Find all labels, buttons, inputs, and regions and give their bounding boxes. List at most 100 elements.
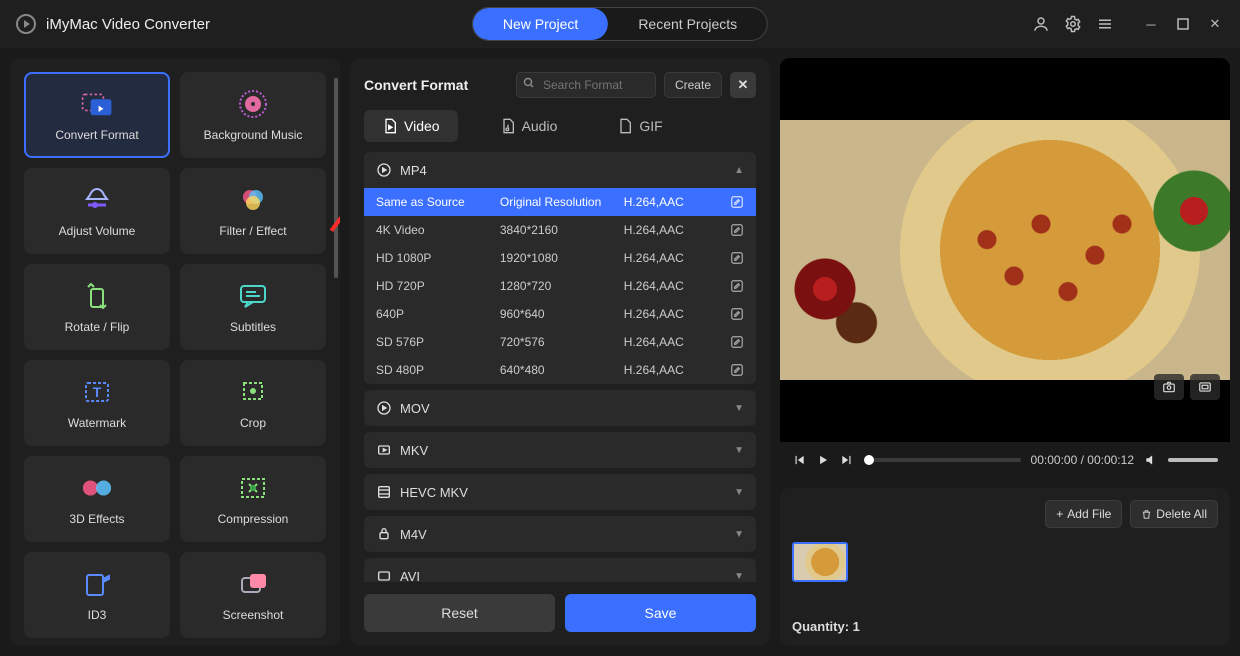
close-panel-button[interactable]: ✕ xyxy=(730,72,756,98)
sidebar-scrollbar[interactable] xyxy=(334,78,338,278)
format-group-mov: MOV▼ xyxy=(364,390,756,426)
maximize-icon[interactable] xyxy=(1174,15,1192,33)
format-codec: H.264,AAC xyxy=(624,195,716,209)
new-project-button[interactable]: New Project xyxy=(473,8,608,40)
recent-projects-button[interactable]: Recent Projects xyxy=(608,8,767,40)
tool-icon xyxy=(237,568,269,600)
prev-frame-button[interactable] xyxy=(792,453,806,467)
format-row[interactable]: SD 576P720*576H.264,AAC xyxy=(364,328,756,356)
tool-card-background-music[interactable]: Background Music xyxy=(180,72,326,158)
format-row[interactable]: HD 1080P1920*1080H.264,AAC xyxy=(364,244,756,272)
tool-icon xyxy=(81,568,113,600)
app-logo-icon xyxy=(16,14,36,34)
seek-bar[interactable] xyxy=(864,458,1021,462)
video-preview: 00:00:00 / 00:00:12 xyxy=(780,58,1230,478)
format-group-name: AVI xyxy=(400,569,420,583)
format-name: 4K Video xyxy=(376,223,496,237)
play-button[interactable] xyxy=(816,453,830,467)
tool-label: Crop xyxy=(240,416,266,430)
tool-card-crop[interactable]: Crop xyxy=(180,360,326,446)
format-row[interactable]: 4K Video3840*2160H.264,AAC xyxy=(364,216,756,244)
format-type-icon xyxy=(376,400,392,416)
format-row[interactable]: SD 480P640*480H.264,AAC xyxy=(364,356,756,384)
format-type-icon xyxy=(376,162,392,178)
search-format-wrap xyxy=(516,72,656,98)
minimize-icon[interactable]: ─ xyxy=(1142,15,1160,33)
format-resolution: 1280*720 xyxy=(500,279,620,293)
edit-preset-icon[interactable] xyxy=(730,223,744,237)
format-resolution: 960*640 xyxy=(500,307,620,321)
video-canvas[interactable] xyxy=(780,58,1230,442)
tool-card-screenshot[interactable]: Screenshot xyxy=(180,552,326,638)
delete-all-button[interactable]: Delete All xyxy=(1130,500,1218,528)
edit-preset-icon[interactable] xyxy=(730,307,744,321)
next-frame-button[interactable] xyxy=(840,453,854,467)
snapshot-button[interactable] xyxy=(1154,374,1184,400)
titlebar: iMyMac Video Converter New Project Recen… xyxy=(0,0,1240,48)
tool-icon xyxy=(237,184,269,216)
format-row[interactable]: 640P 960*640 H.264,AAC xyxy=(364,300,756,328)
reset-button[interactable]: Reset xyxy=(364,594,555,632)
tool-card-3d-effects[interactable]: 3D Effects xyxy=(24,456,170,542)
format-group-header[interactable]: HEVC MKV▼ xyxy=(364,474,756,510)
panel-title: Convert Format xyxy=(364,77,468,93)
chevron-up-icon: ▲ xyxy=(734,165,744,176)
close-window-icon[interactable]: ✕ xyxy=(1206,15,1224,33)
edit-preset-icon[interactable] xyxy=(730,363,744,377)
format-group-m4v: M4V▼ xyxy=(364,516,756,552)
tool-card-id3[interactable]: ID3 xyxy=(24,552,170,638)
volume-bar[interactable] xyxy=(1168,458,1218,462)
convert-format-panel: Convert Format Create ✕ Video Audio GIF xyxy=(350,58,770,646)
settings-icon[interactable] xyxy=(1064,15,1082,33)
gif-file-icon xyxy=(617,118,633,134)
add-file-button[interactable]: +Add File xyxy=(1045,500,1122,528)
create-button[interactable]: Create xyxy=(664,72,722,98)
format-group-header[interactable]: M4V▼ xyxy=(364,516,756,552)
format-type-icon xyxy=(376,526,392,542)
menu-icon[interactable] xyxy=(1096,15,1114,33)
format-codec: H.264,AAC xyxy=(624,307,716,321)
tab-video[interactable]: Video xyxy=(364,110,458,142)
tab-audio-label: Audio xyxy=(522,118,558,134)
format-group-header[interactable]: MOV▼ xyxy=(364,390,756,426)
format-row[interactable]: HD 720P1280*720H.264,AAC xyxy=(364,272,756,300)
queue-thumbnail[interactable] xyxy=(792,542,848,582)
format-name: 640P xyxy=(376,307,496,321)
tool-card-subtitles[interactable]: Subtitles xyxy=(180,264,326,350)
format-group-hevc-mkv: HEVC MKV▼ xyxy=(364,474,756,510)
tool-card-rotate-flip[interactable]: Rotate / Flip xyxy=(24,264,170,350)
titlebar-right-icons: ─ ✕ xyxy=(1032,15,1224,33)
svg-text:T: T xyxy=(93,384,102,400)
format-group-header[interactable]: AVI▼ xyxy=(364,558,756,582)
tool-label: Filter / Effect xyxy=(219,224,286,238)
edit-preset-icon[interactable] xyxy=(730,279,744,293)
tool-icon: T xyxy=(81,376,113,408)
format-type-icon xyxy=(376,484,392,500)
tool-icon xyxy=(237,280,269,312)
tool-card-convert-format[interactable]: Convert Format xyxy=(24,72,170,158)
tool-card-compression[interactable]: Compression xyxy=(180,456,326,542)
edit-preset-icon[interactable] xyxy=(730,195,744,209)
edit-preset-icon[interactable] xyxy=(730,335,744,349)
format-codec: H.264,AAC xyxy=(624,223,716,237)
format-row[interactable]: Same as SourceOriginal ResolutionH.264,A… xyxy=(364,188,756,216)
account-icon[interactable] xyxy=(1032,15,1050,33)
tool-card-adjust-volume[interactable]: Adjust Volume xyxy=(24,168,170,254)
format-group-name: MP4 xyxy=(400,163,427,178)
format-group-header[interactable]: MKV▼ xyxy=(364,432,756,468)
tool-label: Compression xyxy=(218,512,289,526)
format-group-header[interactable]: MP4 ▲ xyxy=(364,152,756,188)
edit-preset-icon[interactable] xyxy=(730,251,744,265)
tool-card-watermark[interactable]: TWatermark xyxy=(24,360,170,446)
format-name: Same as Source xyxy=(376,195,496,209)
tab-audio[interactable]: Audio xyxy=(482,110,576,142)
save-button[interactable]: Save xyxy=(565,594,756,632)
fullscreen-button[interactable] xyxy=(1190,374,1220,400)
tool-label: Background Music xyxy=(204,128,303,142)
format-resolution: 720*576 xyxy=(500,335,620,349)
search-format-input[interactable] xyxy=(516,72,656,98)
format-name: SD 480P xyxy=(376,363,496,377)
volume-icon[interactable] xyxy=(1144,453,1158,467)
tab-gif[interactable]: GIF xyxy=(599,110,680,142)
tool-card-filter-effect[interactable]: Filter / Effect xyxy=(180,168,326,254)
